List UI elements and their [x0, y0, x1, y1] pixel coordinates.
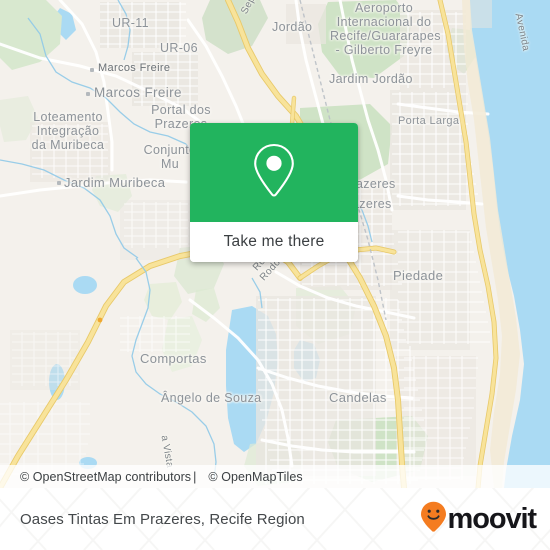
map-pin-icon	[251, 142, 297, 203]
page-title: Oases Tintas Em Prazeres, Recife Region	[20, 510, 305, 528]
attribution-osm[interactable]: © OpenStreetMap contributors	[10, 470, 191, 484]
location-popup-card[interactable]: Take me there	[190, 123, 358, 262]
footer-bar: Oases Tintas Em Prazeres, Recife Region …	[0, 488, 550, 550]
attribution-text: © OpenStreetMap contributors | © OpenMapTi…	[0, 470, 303, 484]
screenshot-root: UR-11 UR-06 Marcos Freire Marcos Freire …	[0, 0, 550, 550]
map-canvas[interactable]: UR-11 UR-06 Marcos Freire Marcos Freire …	[0, 0, 550, 488]
map-dot-marcos-freire-2	[86, 92, 90, 96]
moovit-logo[interactable]: moovit	[420, 488, 538, 550]
map-attribution-bar: © OpenStreetMap contributors | © OpenMapTi…	[0, 465, 550, 488]
moovit-wordmark: moovit	[447, 502, 538, 535]
moovit-smiley-pin-icon	[420, 501, 447, 537]
map-dot-jardim-muribeca	[57, 181, 61, 185]
map-dot-marcos-freire-1	[90, 68, 94, 72]
take-me-there-label: Take me there	[223, 233, 325, 250]
card-icon-area	[190, 123, 358, 222]
take-me-there-button[interactable]: Take me there	[190, 222, 358, 262]
attribution-tiles[interactable]: © OpenMapTiles	[198, 470, 302, 484]
